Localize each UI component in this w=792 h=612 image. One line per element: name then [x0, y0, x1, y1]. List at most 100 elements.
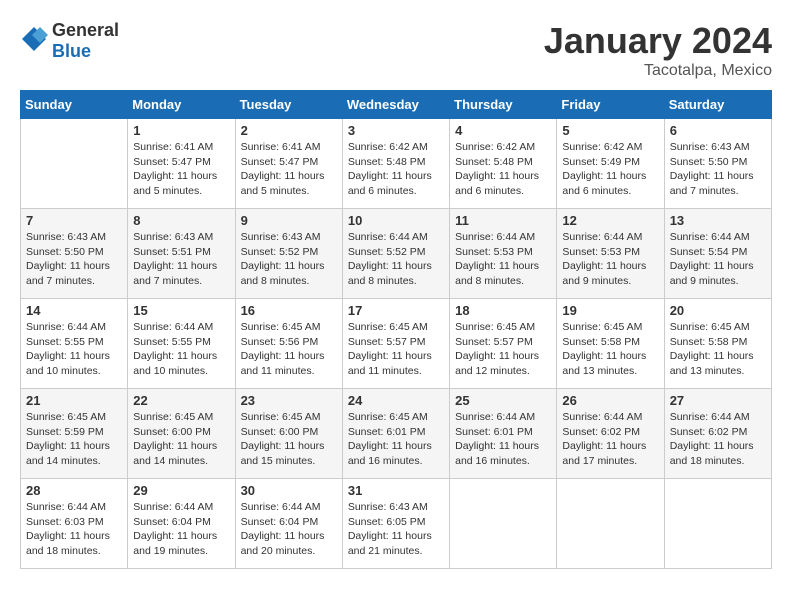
calendar-cell: 1 Sunrise: 6:41 AMSunset: 5:47 PMDaylight…	[128, 119, 235, 209]
day-info: Sunrise: 6:44 AMSunset: 6:02 PMDaylight:…	[562, 410, 658, 469]
calendar-cell: 14Sunrise: 6:44 AMSunset: 5:55 PMDayligh…	[21, 299, 128, 389]
day-number: 30	[241, 483, 337, 498]
day-info: Sunrise: 6:43 AMSunset: 6:05 PMDaylight:…	[348, 500, 444, 559]
day-number: 21	[26, 393, 122, 408]
day-number: 25	[455, 393, 551, 408]
day-info: Sunrise: 6:45 AMSunset: 6:00 PMDaylight:…	[241, 410, 337, 469]
day-info: Sunrise: 6:45 AMSunset: 6:00 PMDaylight:…	[133, 410, 229, 469]
title-block: January 2024 Tacotalpa, Mexico	[544, 20, 772, 80]
calendar-cell: 2 Sunrise: 6:41 AMSunset: 5:47 PMDaylight…	[235, 119, 342, 209]
calendar-cell: 29 Sunrise: 6:44 AMSunset: 6:04 PMDayligh…	[128, 479, 235, 569]
logo-icon	[20, 25, 48, 58]
weekday-header: Tuesday	[235, 91, 342, 119]
day-info: Sunrise: 6:43 AMSunset: 5:50 PMDaylight:…	[670, 140, 766, 199]
calendar-week-row: 14 Sunrise: 6:44 AMSunset: 5:55 PMDayligh…	[21, 299, 772, 389]
day-number: 14	[26, 303, 122, 318]
day-info: Sunrise: 6:41 AMSunset: 5:47 PMDaylight:…	[241, 140, 337, 199]
day-number: 24	[348, 393, 444, 408]
calendar-cell: 6Sunrise: 6:43 AMSunset: 5:50 PMDaylight…	[664, 119, 771, 209]
calendar-cell: 21 Sunrise: 6:45 AMSunset: 5:59 PMDayligh…	[21, 389, 128, 479]
weekday-header: Saturday	[664, 91, 771, 119]
day-number: 28	[26, 483, 122, 498]
weekday-header: Thursday	[450, 91, 557, 119]
day-info: Sunrise: 6:42 AMSunset: 5:49 PMDaylight:…	[562, 140, 658, 199]
day-number: 22	[133, 393, 229, 408]
calendar-cell: 4Sunrise: 6:42 AMSunset: 5:48 PMDaylight…	[450, 119, 557, 209]
calendar-cell	[450, 479, 557, 569]
logo: General Blue	[20, 20, 119, 62]
calendar-cell: 10 Sunrise: 6:44 AMSunset: 5:52 PMDayligh…	[342, 209, 449, 299]
calendar-week-row: 1 Sunrise: 6:41 AMSunset: 5:47 PMDaylight…	[21, 119, 772, 209]
day-info: Sunrise: 6:44 AMSunset: 6:04 PMDaylight:…	[133, 500, 229, 559]
day-number: 16	[241, 303, 337, 318]
calendar-cell: 22 Sunrise: 6:45 AMSunset: 6:00 PMDayligh…	[128, 389, 235, 479]
day-info: Sunrise: 6:44 AMSunset: 6:04 PMDaylight:…	[241, 500, 337, 559]
calendar-cell: 15 Sunrise: 6:44 AMSunset: 5:55 PMDayligh…	[128, 299, 235, 389]
logo-blue: Blue	[52, 41, 91, 61]
day-info: Sunrise: 6:45 AMSunset: 6:01 PMDaylight:…	[348, 410, 444, 469]
calendar-cell: 30 Sunrise: 6:44 AMSunset: 6:04 PMDayligh…	[235, 479, 342, 569]
calendar-cell: 25 Sunrise: 6:44 AMSunset: 6:01 PMDayligh…	[450, 389, 557, 479]
day-info: Sunrise: 6:45 AMSunset: 5:59 PMDaylight:…	[26, 410, 122, 469]
day-info: Sunrise: 6:41 AMSunset: 5:47 PMDaylight:…	[133, 140, 229, 199]
day-info: Sunrise: 6:42 AMSunset: 5:48 PMDaylight:…	[348, 140, 444, 199]
day-number: 17	[348, 303, 444, 318]
calendar-cell: 19 Sunrise: 6:45 AMSunset: 5:58 PMDayligh…	[557, 299, 664, 389]
day-info: Sunrise: 6:44 AMSunset: 6:02 PMDaylight:…	[670, 410, 766, 469]
calendar-table: SundayMondayTuesdayWednesdayThursdayFrid…	[20, 90, 772, 569]
calendar-week-row: 21 Sunrise: 6:45 AMSunset: 5:59 PMDayligh…	[21, 389, 772, 479]
calendar-header-row: SundayMondayTuesdayWednesdayThursdayFrid…	[21, 91, 772, 119]
day-number: 20	[670, 303, 766, 318]
day-info: Sunrise: 6:45 AMSunset: 5:57 PMDaylight:…	[348, 320, 444, 379]
day-info: Sunrise: 6:45 AMSunset: 5:58 PMDaylight:…	[670, 320, 766, 379]
day-info: Sunrise: 6:44 AMSunset: 5:55 PMDaylight:…	[133, 320, 229, 379]
day-number: 29	[133, 483, 229, 498]
calendar-cell: 23 Sunrise: 6:45 AMSunset: 6:00 PMDayligh…	[235, 389, 342, 479]
day-number: 19	[562, 303, 658, 318]
page-header: General Blue January 2024 Tacotalpa, Mex…	[20, 20, 772, 80]
calendar-cell	[664, 479, 771, 569]
location-subtitle: Tacotalpa, Mexico	[544, 62, 772, 80]
day-info: Sunrise: 6:45 AMSunset: 5:58 PMDaylight:…	[562, 320, 658, 379]
calendar-cell: 26 Sunrise: 6:44 AMSunset: 6:02 PMDayligh…	[557, 389, 664, 479]
day-number: 26	[562, 393, 658, 408]
calendar-cell: 24 Sunrise: 6:45 AMSunset: 6:01 PMDayligh…	[342, 389, 449, 479]
day-number: 31	[348, 483, 444, 498]
day-number: 1	[133, 123, 229, 138]
day-number: 27	[670, 393, 766, 408]
calendar-cell: 9Sunrise: 6:43 AMSunset: 5:52 PMDaylight…	[235, 209, 342, 299]
day-number: 7	[26, 213, 122, 228]
weekday-header: Sunday	[21, 91, 128, 119]
day-number: 13	[670, 213, 766, 228]
day-info: Sunrise: 6:45 AMSunset: 5:57 PMDaylight:…	[455, 320, 551, 379]
day-number: 10	[348, 213, 444, 228]
weekday-header: Friday	[557, 91, 664, 119]
calendar-cell	[21, 119, 128, 209]
day-number: 8	[133, 213, 229, 228]
day-info: Sunrise: 6:44 AMSunset: 6:01 PMDaylight:…	[455, 410, 551, 469]
day-info: Sunrise: 6:44 AMSunset: 5:54 PMDaylight:…	[670, 230, 766, 289]
weekday-header: Wednesday	[342, 91, 449, 119]
calendar-cell: 13 Sunrise: 6:44 AMSunset: 5:54 PMDayligh…	[664, 209, 771, 299]
day-info: Sunrise: 6:44 AMSunset: 5:52 PMDaylight:…	[348, 230, 444, 289]
calendar-week-row: 28Sunrise: 6:44 AMSunset: 6:03 PMDayligh…	[21, 479, 772, 569]
day-number: 4	[455, 123, 551, 138]
day-number: 18	[455, 303, 551, 318]
day-number: 5	[562, 123, 658, 138]
calendar-cell: 28Sunrise: 6:44 AMSunset: 6:03 PMDayligh…	[21, 479, 128, 569]
calendar-cell	[557, 479, 664, 569]
day-number: 12	[562, 213, 658, 228]
calendar-cell: 20 Sunrise: 6:45 AMSunset: 5:58 PMDayligh…	[664, 299, 771, 389]
day-number: 2	[241, 123, 337, 138]
calendar-week-row: 7 Sunrise: 6:43 AMSunset: 5:50 PMDaylight…	[21, 209, 772, 299]
day-number: 23	[241, 393, 337, 408]
day-info: Sunrise: 6:43 AMSunset: 5:50 PMDaylight:…	[26, 230, 122, 289]
day-number: 9	[241, 213, 337, 228]
weekday-header: Monday	[128, 91, 235, 119]
month-title: January 2024	[544, 20, 772, 62]
day-info: Sunrise: 6:43 AMSunset: 5:51 PMDaylight:…	[133, 230, 229, 289]
calendar-cell: 12Sunrise: 6:44 AMSunset: 5:53 PMDayligh…	[557, 209, 664, 299]
day-number: 15	[133, 303, 229, 318]
day-number: 3	[348, 123, 444, 138]
day-info: Sunrise: 6:44 AMSunset: 5:53 PMDaylight:…	[455, 230, 551, 289]
